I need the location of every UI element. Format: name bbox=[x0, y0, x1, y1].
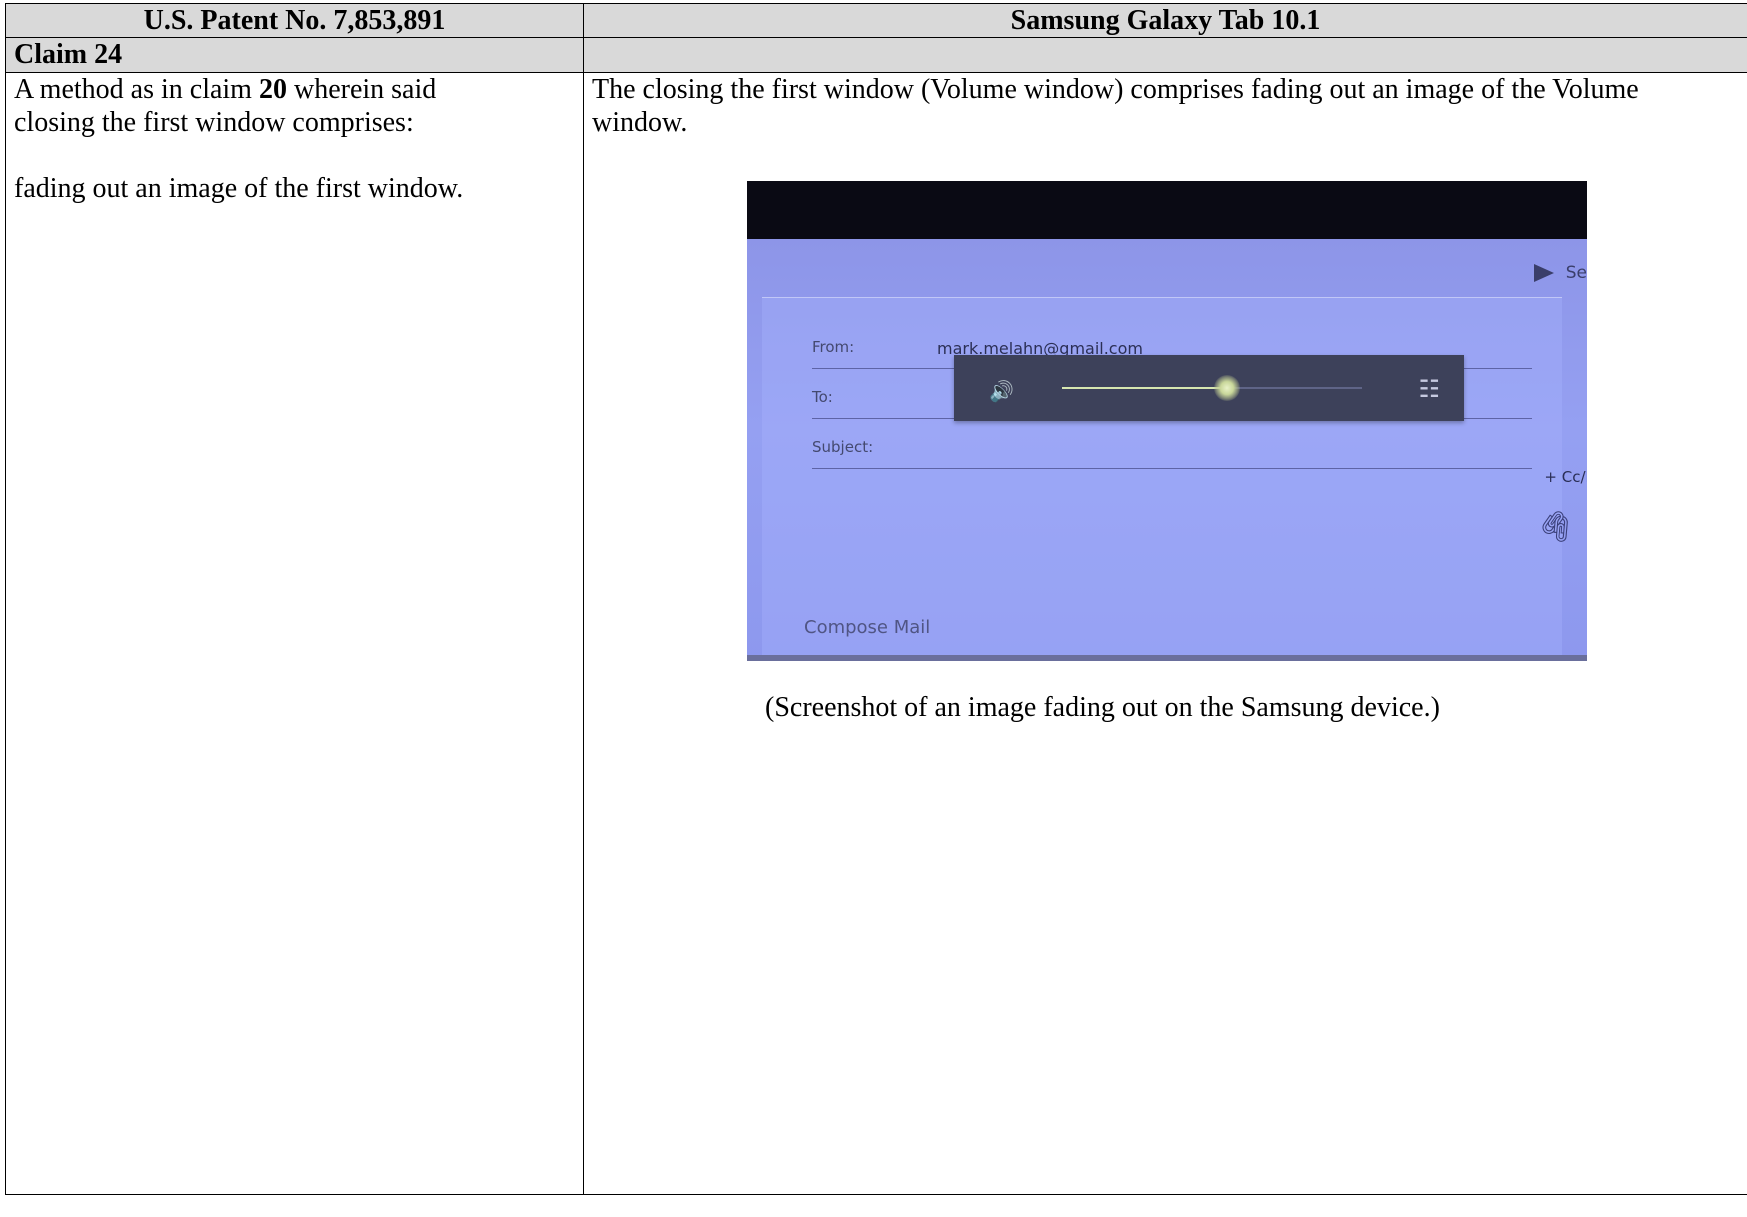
claim-chart-table: U.S. Patent No. 7,853,891 Samsung Galaxy… bbox=[5, 3, 1747, 1195]
claim-reference-number: 20 bbox=[258, 74, 287, 105]
volume-slider-track bbox=[1062, 375, 1362, 401]
body-row: A method as in claim 20 wherein said clo… bbox=[5, 72, 1747, 1195]
claim-row-empty-cell bbox=[583, 37, 1747, 73]
claim-text-prefix: A method as in claim bbox=[14, 74, 259, 105]
document-page: U.S. Patent No. 7,853,891 Samsung Galaxy… bbox=[0, 0, 1747, 1217]
volume-slider-thumb bbox=[1214, 375, 1240, 401]
screenshot-caption: (Screenshot of an image fading out on th… bbox=[765, 692, 1440, 723]
header-row: U.S. Patent No. 7,853,891 Samsung Galaxy… bbox=[5, 3, 1747, 38]
evidence-cell: The closing the first window (Volume win… bbox=[583, 72, 1747, 1195]
compose-mail-placeholder: Compose Mail bbox=[804, 617, 931, 638]
evidence-paragraph: The closing the first window (Volume win… bbox=[592, 74, 1639, 138]
send-button: Se bbox=[1533, 257, 1587, 290]
claim-text-line-3: fading out an image of the first window. bbox=[14, 173, 464, 204]
email-compose-screen: Se From: mark.melahn@gmail.com To: Subje… bbox=[747, 239, 1587, 661]
claim-row: Claim 24 bbox=[5, 37, 1747, 73]
compose-form: From: mark.melahn@gmail.com To: Subject: bbox=[762, 297, 1562, 661]
header-device: Samsung Galaxy Tab 10.1 bbox=[583, 3, 1747, 38]
claim-text-line-1: A method as in claim 20 wherein said bbox=[14, 73, 575, 106]
claim-label: Claim 24 bbox=[5, 37, 584, 73]
subject-label: Subject: bbox=[812, 438, 874, 456]
volume-settings-icon: ☷ bbox=[1418, 375, 1440, 403]
from-label: From: bbox=[812, 338, 855, 356]
device-screenshot: Se From: mark.melahn@gmail.com To: Subje… bbox=[747, 181, 1587, 661]
claim-text-line-2: closing the first window comprises: bbox=[14, 107, 414, 138]
keyboard-edge bbox=[747, 655, 1587, 661]
volume-slider-fill bbox=[1062, 387, 1227, 389]
subject-field: Subject: bbox=[812, 438, 1532, 469]
send-icon bbox=[1533, 264, 1554, 282]
volume-window: 🔊 ☷ bbox=[954, 355, 1464, 421]
speaker-icon: 🔊 bbox=[989, 379, 1014, 403]
send-label: Se bbox=[1565, 263, 1587, 283]
to-label: To: bbox=[812, 388, 833, 406]
claim-text-cell: A method as in claim 20 wherein said clo… bbox=[5, 72, 584, 1195]
cc-bcc-link: + Cc/E bbox=[1544, 468, 1587, 486]
header-patent: U.S. Patent No. 7,853,891 bbox=[5, 3, 584, 38]
claim-text-suffix: wherein said bbox=[286, 74, 437, 105]
